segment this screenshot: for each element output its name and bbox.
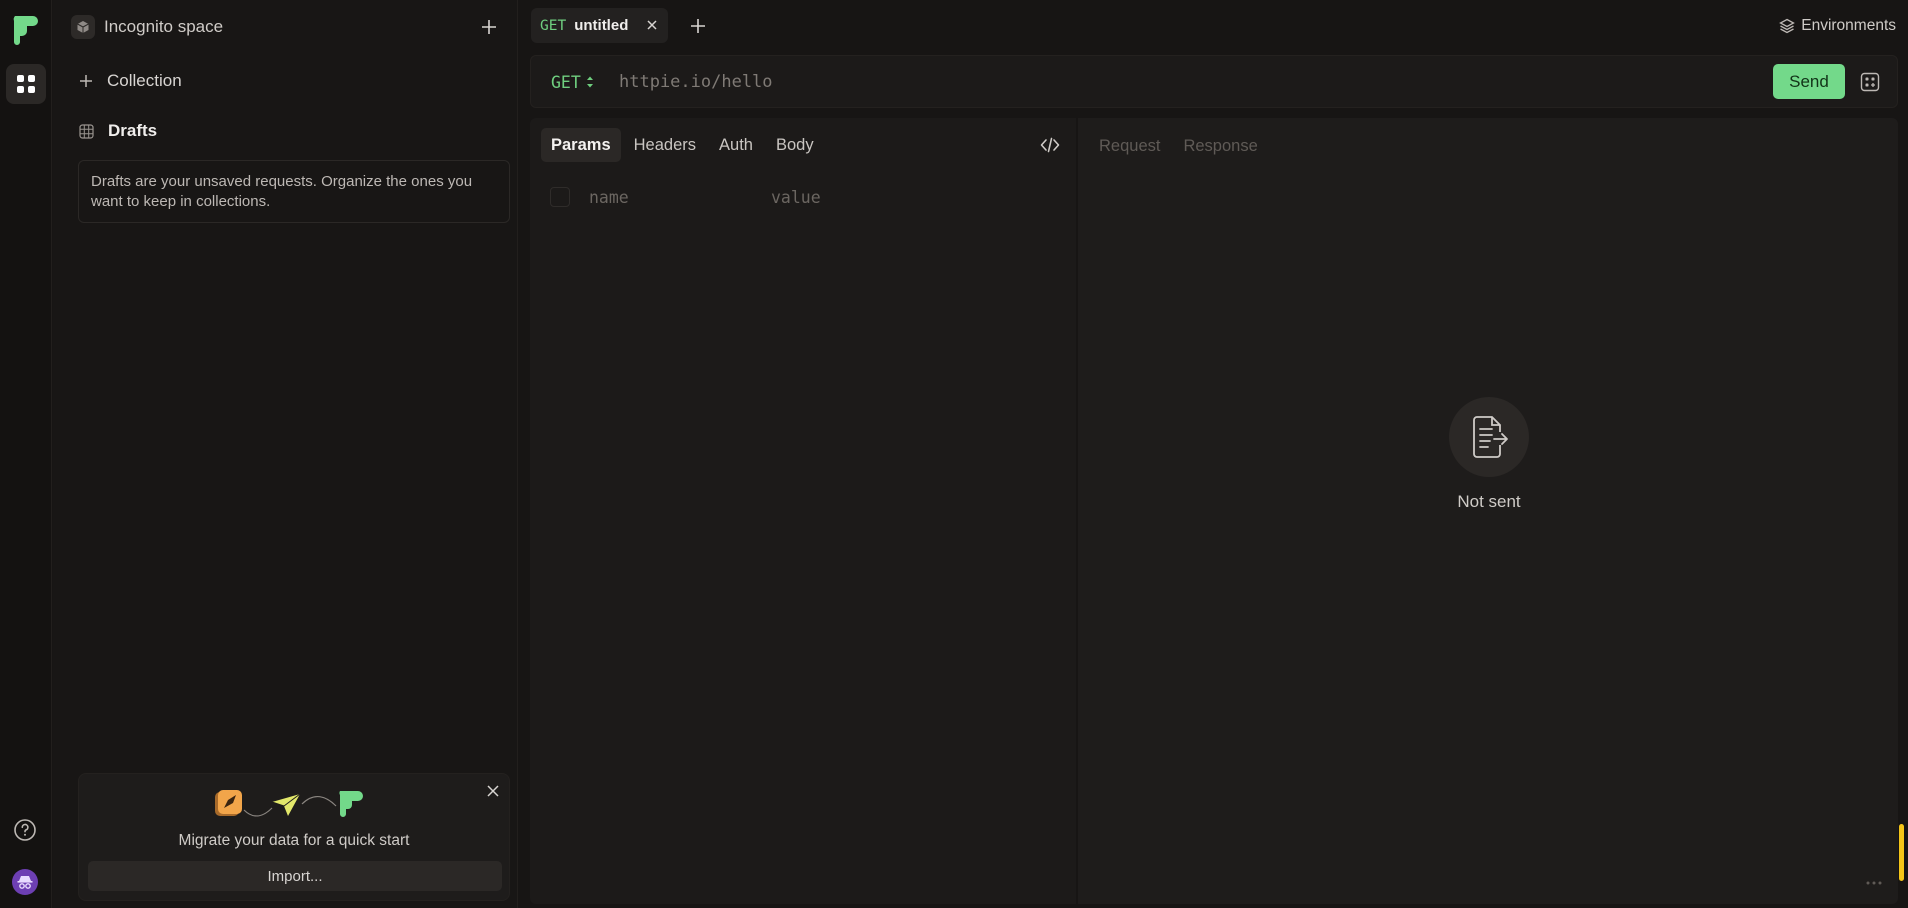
migrate-illustration [215,790,363,817]
avatar[interactable] [12,869,38,895]
param-row: name value [550,186,821,208]
drafts-info-text: Drafts are your unsaved requests. Organi… [78,160,510,223]
drafts-grid-icon [79,123,94,139]
tab-bar: GET untitled Environments [519,0,1908,52]
plus-icon [691,19,705,33]
tab-body[interactable]: Body [766,128,824,162]
left-rail [0,0,52,908]
space-selector[interactable]: Incognito space [71,13,511,41]
close-button[interactable] [483,781,503,801]
layers-icon [1779,18,1796,34]
request-tabs: Params Headers Auth Body [541,128,827,162]
new-tab-button[interactable] [686,14,710,38]
cube-icon [71,15,95,39]
incognito-icon [17,876,33,889]
collection-label: Collection [107,71,182,90]
migrate-card: Migrate your data for a quick start Impo… [78,773,510,901]
tab-headers[interactable]: Headers [624,128,706,162]
param-checkbox[interactable] [550,187,570,207]
method-label: GET [551,72,581,92]
request-tab[interactable]: GET untitled [531,8,668,43]
plus-icon [80,75,92,87]
code-button[interactable] [1039,135,1061,155]
more-icon[interactable] [1865,880,1883,886]
tab-response[interactable]: Response [1183,137,1257,156]
sidebar: Incognito space Collection Drafts Drafts… [53,0,518,908]
sort-arrows-icon [586,76,593,88]
tab-auth[interactable]: Auth [709,128,763,162]
code-icon [1040,137,1060,153]
drafts-item[interactable]: Drafts [79,118,157,144]
url-input[interactable] [617,68,1617,96]
migrate-text: Migrate your data for a quick start [178,832,410,849]
param-name-placeholder[interactable]: name [589,188,771,207]
tab-title: untitled [574,17,629,34]
tab-params[interactable]: Params [541,128,621,162]
new-collection-button[interactable]: Collection [79,68,182,94]
save-icon [1860,72,1880,92]
help-button[interactable] [13,818,37,842]
method-select[interactable]: GET [551,71,594,93]
grid-icon [17,75,35,93]
plus-icon [482,20,496,34]
workspace-nav-button[interactable] [6,64,46,104]
response-panel: Request Response Not sent [1078,118,1898,904]
logo-icon[interactable] [11,13,39,45]
response-status: Not sent [1457,492,1521,511]
add-button[interactable] [477,15,501,39]
request-panel: Params Headers Auth Body name value [530,118,1076,904]
close-icon[interactable] [645,18,659,32]
response-tabs: Request Response [1099,137,1281,156]
environments-button[interactable]: Environments [1779,14,1896,38]
document-send-icon [1449,397,1529,477]
environments-label: Environments [1801,17,1896,34]
space-name: Incognito space [104,17,224,36]
help-icon [14,819,36,841]
url-bar: GET Send [530,55,1898,108]
scroll-indicator[interactable] [1899,824,1904,881]
close-icon [487,785,499,797]
send-button[interactable]: Send [1773,64,1845,99]
save-button[interactable] [1857,69,1883,95]
tab-method: GET [540,17,567,34]
drafts-label: Drafts [108,121,158,140]
import-button[interactable]: Import... [88,861,502,891]
tab-request[interactable]: Request [1099,137,1160,156]
param-value-placeholder[interactable]: value [771,188,821,207]
